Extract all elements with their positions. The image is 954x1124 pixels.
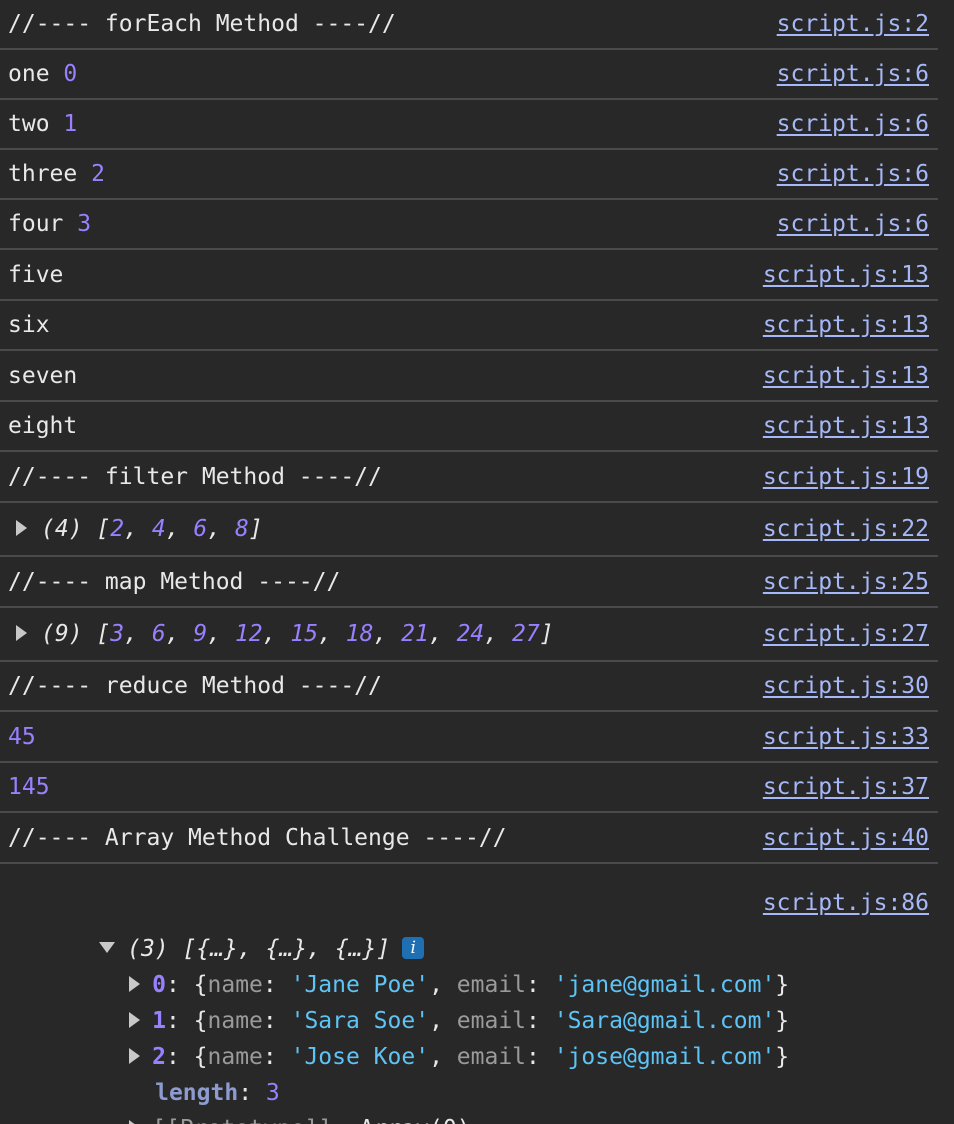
console-message: three 2 script.js:6 bbox=[0, 150, 938, 200]
console-message: one 0 script.js:6 bbox=[0, 50, 938, 100]
array-element: 21 bbox=[401, 621, 429, 647]
prototype-item[interactable]: [[Prototype]]: Array(0) bbox=[46, 1090, 471, 1124]
console-message: 45 script.js:33 bbox=[0, 712, 938, 763]
source-link[interactable]: script.js:13 bbox=[763, 312, 929, 338]
array-element: 3 bbox=[110, 621, 125, 647]
source-link[interactable]: script.js:6 bbox=[777, 111, 929, 137]
source-link[interactable]: script.js:2 bbox=[777, 11, 929, 37]
log-number: 45 bbox=[8, 723, 36, 750]
log-number: 2 bbox=[91, 161, 105, 187]
prototype-value: Array(0) bbox=[360, 1116, 471, 1124]
array-count: (9) bbox=[41, 621, 83, 647]
array-element: 6 bbox=[151, 621, 166, 647]
array-preview[interactable]: (4) [2, 4, 6, 8] bbox=[16, 516, 263, 542]
console-message: six script.js:13 bbox=[0, 301, 938, 351]
log-text: //---- Array Method Challenge ----// bbox=[8, 824, 507, 851]
source-link[interactable]: script.js:40 bbox=[763, 825, 929, 851]
console-message: two 1 script.js:6 bbox=[0, 100, 938, 150]
array-values: [3, 6, 9, 12, 15, 18, 21, 24, 27] bbox=[96, 621, 554, 647]
triangle-right-icon[interactable] bbox=[16, 519, 27, 536]
log-number: 145 bbox=[8, 774, 50, 800]
source-link[interactable]: script.js:13 bbox=[763, 262, 929, 288]
array-element: 18 bbox=[345, 621, 374, 647]
source-link[interactable]: script.js:33 bbox=[763, 724, 929, 750]
array-count: (4) bbox=[41, 516, 83, 542]
source-link[interactable]: script.js:13 bbox=[763, 363, 929, 389]
array-values: [2, 4, 6, 8] bbox=[96, 516, 263, 542]
log-text: //---- reduce Method ----// bbox=[8, 673, 382, 699]
log-word: two bbox=[8, 111, 50, 137]
log-number: 3 bbox=[77, 211, 92, 237]
array-element: 15 bbox=[290, 621, 319, 647]
console-message: //---- filter Method ----// script.js:19 bbox=[0, 452, 938, 503]
triangle-right-icon[interactable] bbox=[16, 624, 27, 641]
log-text: eight bbox=[8, 413, 78, 439]
console-message: (9) [3, 6, 9, 12, 15, 18, 21, 24, 27] sc… bbox=[0, 608, 938, 662]
console-message: //---- forEach Method ----// script.js:2 bbox=[0, 0, 938, 50]
console-message: //---- Array Method Challenge ----// scr… bbox=[0, 813, 938, 864]
log-text: five bbox=[8, 261, 64, 288]
console-message: eight script.js:13 bbox=[0, 402, 938, 452]
triangle-right-icon[interactable] bbox=[129, 1119, 141, 1124]
array-element: 27 bbox=[511, 621, 540, 647]
source-link[interactable]: script.js:13 bbox=[763, 413, 929, 439]
log-text: //---- forEach Method ----// bbox=[8, 11, 396, 37]
array-element: 4 bbox=[151, 516, 166, 542]
log-text: three 2 bbox=[8, 161, 105, 187]
name-value: 'Jose Koe' bbox=[290, 1044, 430, 1070]
console-message: //---- map Method ----// script.js:25 bbox=[0, 557, 938, 608]
prototype-key: [[Prototype]] bbox=[152, 1116, 332, 1124]
email-value: 'jose@gmail.com' bbox=[553, 1044, 776, 1070]
array-element: 8 bbox=[234, 516, 249, 542]
log-text: //---- filter Method ----// bbox=[8, 463, 382, 490]
source-link[interactable]: script.js:86 bbox=[763, 890, 929, 916]
console-message: four 3 script.js:6 bbox=[0, 200, 938, 250]
source-link[interactable]: script.js:30 bbox=[763, 673, 929, 699]
log-text: //---- map Method ----// bbox=[8, 568, 341, 595]
devtools-console: //---- forEach Method ----// script.js:2… bbox=[0, 0, 954, 1124]
array-element: 6 bbox=[193, 516, 208, 542]
source-link[interactable]: script.js:6 bbox=[777, 61, 929, 87]
source-link[interactable]: script.js:19 bbox=[763, 464, 929, 490]
array-element: 2 bbox=[110, 516, 125, 542]
source-link[interactable]: script.js:37 bbox=[763, 774, 929, 800]
source-link[interactable]: script.js:6 bbox=[777, 161, 929, 187]
console-message: //---- reduce Method ----// script.js:30 bbox=[0, 662, 938, 712]
log-word: four bbox=[8, 211, 64, 237]
log-text: two 1 bbox=[8, 111, 77, 137]
expanded-object-log: script.js:86 (3) [{…}, {…}, {…}] i 0: {na… bbox=[0, 864, 938, 1124]
console-message: seven script.js:13 bbox=[0, 351, 938, 402]
array-preview[interactable]: (9) [3, 6, 9, 12, 15, 18, 21, 24, 27] bbox=[16, 621, 554, 647]
log-word: three bbox=[8, 161, 78, 187]
log-number: 0 bbox=[63, 61, 78, 87]
log-word: one bbox=[8, 61, 50, 87]
array-element: 24 bbox=[456, 621, 485, 647]
log-text: four 3 bbox=[8, 211, 91, 237]
log-text: one 0 bbox=[8, 61, 77, 87]
prop-key: email bbox=[456, 1044, 527, 1070]
log-number: 1 bbox=[63, 111, 78, 137]
console-message: five script.js:13 bbox=[0, 250, 938, 301]
array-element: 9 bbox=[193, 621, 208, 647]
log-text: seven bbox=[8, 362, 78, 389]
source-link[interactable]: script.js:6 bbox=[777, 211, 929, 237]
source-link[interactable]: script.js:22 bbox=[763, 516, 929, 542]
console-message: (4) [2, 4, 6, 8] script.js:22 bbox=[0, 503, 938, 557]
source-link[interactable]: script.js:25 bbox=[763, 569, 929, 595]
console-message: 145 script.js:37 bbox=[0, 763, 938, 813]
log-text: six bbox=[8, 312, 50, 338]
source-link[interactable]: script.js:27 bbox=[763, 621, 929, 647]
array-element: 12 bbox=[234, 621, 263, 647]
